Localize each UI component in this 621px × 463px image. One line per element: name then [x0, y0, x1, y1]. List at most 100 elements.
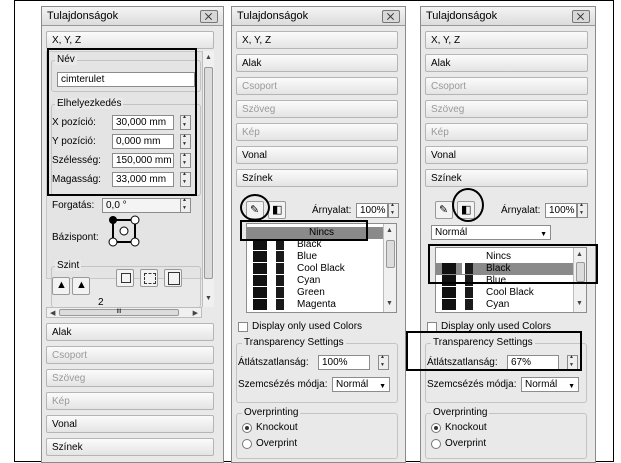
transparency-title: Transparency Settings	[242, 337, 346, 348]
overprint-radio[interactable]	[242, 439, 252, 449]
section-vonal[interactable]: Vonal	[46, 415, 214, 433]
shade-spinner[interactable]	[577, 202, 588, 218]
section-kep[interactable]: Kép	[46, 392, 214, 410]
section-szoveg-label: Szöveg	[431, 104, 465, 115]
basepoint-selector-icon[interactable]	[105, 212, 145, 252]
section-alak-label: Alak	[431, 58, 451, 69]
section-vonal[interactable]: Vonal	[236, 146, 398, 164]
rotation-spinner[interactable]	[180, 197, 191, 213]
section-szinek[interactable]: Színek	[236, 169, 398, 187]
color-item-cyan[interactable]: Cyan	[436, 299, 586, 310]
highlight-box-nincs	[240, 220, 368, 241]
highlight-box-transparency	[406, 331, 582, 371]
section-szoveg[interactable]: Szöveg	[425, 100, 588, 118]
close-icon[interactable]	[572, 10, 590, 23]
swatch	[273, 299, 284, 310]
section-kep-label: Kép	[242, 127, 260, 138]
close-icon[interactable]	[382, 10, 400, 23]
section-alak[interactable]: Alak	[46, 323, 214, 341]
section-csoport[interactable]: Csoport	[425, 77, 588, 95]
level-group-title: Szint	[55, 260, 82, 271]
highlight-box-position	[47, 48, 197, 196]
section-szinek[interactable]: Színek	[46, 438, 214, 456]
raise-to-top-button[interactable]: ▲	[52, 277, 70, 295]
scroll-up-icon[interactable]: ▲	[386, 227, 393, 234]
scroll-down-icon[interactable]: ▼	[205, 295, 212, 302]
blend-mode-dropdown[interactable]: Normál	[332, 377, 390, 393]
shade-input[interactable]: 100%	[545, 203, 577, 218]
highlight-box-black	[428, 244, 598, 284]
display-only-checkbox[interactable]	[238, 322, 248, 332]
lock-button[interactable]	[116, 269, 134, 287]
color-item-cool-black[interactable]: Cool Black	[436, 287, 586, 298]
section-vonal-label: Vonal	[431, 150, 457, 161]
shade-input[interactable]: 100%	[356, 203, 388, 218]
swatch	[273, 263, 284, 274]
color-name: Cool Black	[486, 287, 534, 298]
section-csoport[interactable]: Csoport	[46, 346, 214, 364]
knockout-label: Knockout	[445, 422, 487, 433]
section-szoveg[interactable]: Szöveg	[46, 369, 214, 387]
content-scrollbar[interactable]: ▲ ▼	[202, 51, 214, 307]
section-alak[interactable]: Alak	[236, 54, 398, 72]
fill-color-button[interactable]: ◧	[268, 201, 286, 219]
scrollbar-thumb[interactable]	[204, 67, 213, 279]
color-list-scrollbar[interactable]: ▲ ▼	[383, 224, 396, 312]
blend-mode-label: Szemcsézés módja:	[427, 379, 517, 390]
overprinting-title: Overprinting	[242, 407, 301, 418]
scroll-down-icon[interactable]: ▼	[576, 300, 583, 307]
print-toggle-button[interactable]	[164, 269, 182, 287]
section-xyz-label: X, Y, Z	[242, 35, 272, 46]
rotation-input[interactable]: 0,0 °	[102, 198, 182, 213]
section-vonal[interactable]: Vonal	[425, 146, 588, 164]
section-csoport[interactable]: Csoport	[236, 77, 398, 95]
section-kep[interactable]: Kép	[425, 123, 588, 141]
section-kep[interactable]: Kép	[236, 123, 398, 141]
color-item-cool-black[interactable]: Cool Black	[247, 263, 396, 274]
swatch	[253, 299, 267, 310]
scroll-up-icon[interactable]: ▲	[205, 54, 212, 61]
section-xyz[interactable]: X, Y, Z	[236, 31, 398, 49]
horizontal-scrollbar[interactable]: ◀ III ▶	[46, 307, 202, 318]
section-szoveg[interactable]: Szöveg	[236, 100, 398, 118]
swatch	[253, 275, 267, 286]
color-item-green[interactable]: Green	[247, 287, 396, 298]
scroll-right-icon[interactable]: ▶	[193, 309, 198, 317]
section-xyz[interactable]: X, Y, Z	[46, 31, 214, 49]
horizontal-scroll-thumb[interactable]: III	[59, 309, 179, 316]
arrow-up-icon: ▲	[76, 279, 87, 291]
knockout-radio[interactable]	[431, 423, 441, 433]
overprinting-group	[425, 413, 587, 459]
opacity-input[interactable]: 100%	[318, 355, 370, 370]
section-szoveg-label: Szöveg	[242, 104, 276, 115]
highlight-circle-line-color	[240, 194, 270, 221]
scroll-down-icon[interactable]: ▼	[386, 300, 393, 307]
swatch	[253, 251, 267, 262]
knockout-radio[interactable]	[242, 423, 252, 433]
blend-mode-dropdown[interactable]: Normál	[521, 377, 579, 393]
scrollbar-thumb[interactable]	[386, 240, 395, 268]
color-item-blue[interactable]: Blue	[247, 251, 396, 262]
overprint-radio[interactable]	[431, 439, 441, 449]
group-button[interactable]	[140, 269, 158, 287]
close-icon[interactable]	[200, 10, 218, 23]
section-alak[interactable]: Alak	[425, 54, 588, 72]
panel-titlebar: Tulajdonságok	[421, 7, 595, 26]
fill-blend-dropdown[interactable]: Normál	[431, 225, 551, 241]
scroll-left-icon[interactable]: ◀	[50, 309, 55, 317]
shade-spinner[interactable]	[388, 202, 399, 218]
opacity-label: Átlátszatlanság:	[238, 357, 309, 368]
color-item-magenta[interactable]: Magenta	[247, 299, 396, 310]
overprint-label: Overprint	[445, 438, 487, 449]
panel-titlebar: Tulajdonságok	[232, 7, 405, 26]
section-xyz[interactable]: X, Y, Z	[425, 31, 588, 49]
display-only-label: Display only used Colors	[252, 321, 363, 332]
swatch	[273, 275, 284, 286]
color-name: Magenta	[297, 299, 336, 310]
opacity-spinner[interactable]	[378, 354, 389, 370]
fill-icon: ◧	[272, 204, 283, 216]
raise-button[interactable]: ▲	[72, 277, 90, 295]
color-item-cyan[interactable]: Cyan	[247, 275, 396, 286]
line-color-button[interactable]: ✎	[435, 201, 453, 219]
section-szinek[interactable]: Színek	[425, 169, 588, 187]
